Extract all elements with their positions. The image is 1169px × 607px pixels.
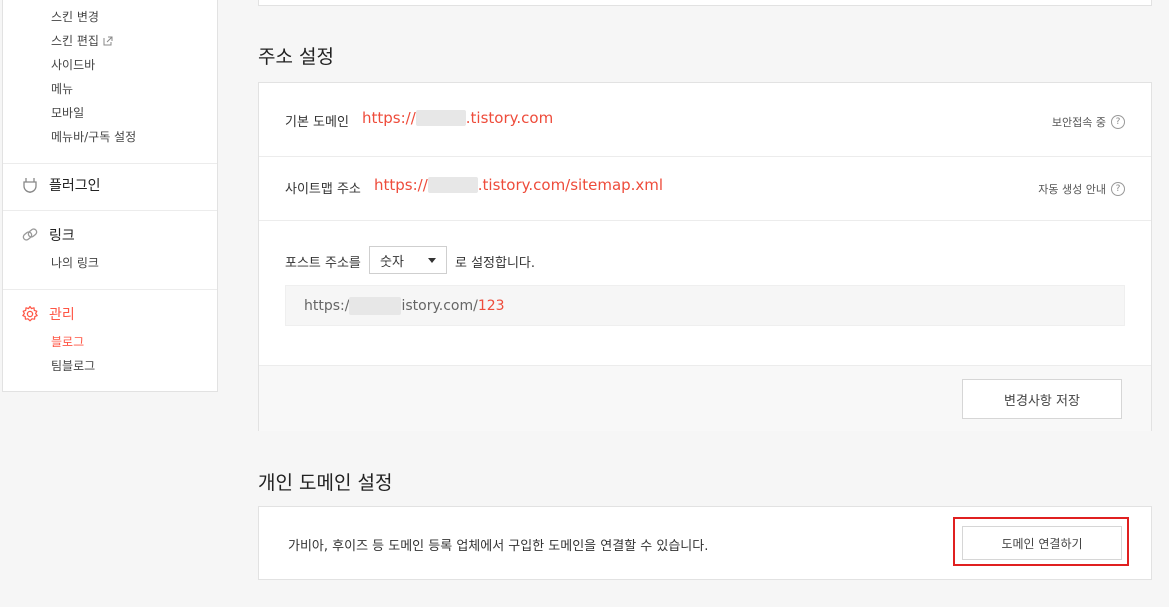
divider <box>3 210 217 211</box>
sidebar-item-menu[interactable]: 메뉴 <box>51 80 73 97</box>
sidebar-item-my-link[interactable]: 나의 링크 <box>51 254 99 271</box>
sitemap-info-label: 자동 생성 안내 <box>1038 183 1106 196</box>
sidebar-item-label: 스킨 편집 <box>51 34 99 48</box>
highlight-box <box>953 517 1129 566</box>
divider <box>3 163 217 164</box>
sidebar-section-manage[interactable]: 관리 <box>21 304 75 324</box>
sidebar-section-link[interactable]: 링크 <box>21 225 75 245</box>
sidebar-section-label: 플러그인 <box>49 178 101 194</box>
secure-connection-info: 보안접속 중 ? <box>1052 114 1125 130</box>
redacted-blogname <box>349 296 402 315</box>
default-domain-url: https:// .tistory.com <box>362 109 553 127</box>
save-changes-button[interactable]: 변경사항 저장 <box>962 379 1122 419</box>
divider <box>259 156 1151 157</box>
address-settings-panel: 기본 도메인 https:// .tistory.com 보안접속 중 ? 사이트… <box>258 82 1152 431</box>
sidebar-item-sidebar[interactable]: 사이드바 <box>51 56 95 73</box>
sitemap-label: 사이트맵 주소 <box>285 182 361 197</box>
post-address-label: 포스트 주소를 <box>285 256 361 271</box>
divider <box>3 289 217 290</box>
sidebar: 스킨 변경 스킨 편집 사이드바 메뉴 모바일 메뉴바/구독 설정 플러그인 링… <box>2 0 218 392</box>
redacted-blogname <box>415 110 466 126</box>
url-prefix: https:// <box>362 109 416 127</box>
sidebar-item-mobile[interactable]: 모바일 <box>51 104 84 121</box>
sidebar-item-skin-edit[interactable]: 스킨 편집 <box>51 32 113 49</box>
secure-label: 보안접속 중 <box>1051 116 1106 129</box>
redacted-blogname <box>427 177 478 193</box>
question-icon[interactable]: ? <box>1111 115 1125 129</box>
preview-prefix: https:/ <box>304 297 350 314</box>
sitemap-info: 자동 생성 안내 ? <box>1038 181 1125 197</box>
sidebar-section-plugin[interactable]: 플러그인 <box>21 175 101 195</box>
panel-footer: 변경사항 저장 <box>259 365 1151 431</box>
url-suffix: .tistory.com/sitemap.xml <box>477 176 664 194</box>
sidebar-item-blog[interactable]: 블로그 <box>51 333 84 350</box>
post-address-select[interactable]: 숫자 <box>369 246 447 274</box>
preview-suffix: istory.com/ <box>401 297 478 314</box>
post-address-section: 포스트 주소를 숫자 로 설정합니다. https:/ istory.com/12… <box>259 220 1151 365</box>
select-value: 숫자 <box>380 254 404 270</box>
sidebar-item-skin-change[interactable]: 스킨 변경 <box>51 8 99 25</box>
plugin-icon <box>23 178 37 193</box>
question-icon[interactable]: ? <box>1111 182 1125 196</box>
url-prefix: https:// <box>374 176 428 194</box>
sidebar-section-label: 관리 <box>49 307 75 323</box>
caret-down-icon <box>428 258 436 263</box>
sidebar-section-label: 링크 <box>49 228 75 244</box>
post-address-preview: https:/ istory.com/123 <box>285 285 1125 326</box>
custom-domain-description: 가비아, 후이즈 등 도메인 등록 업체에서 구입한 도메인을 연결할 수 있습… <box>288 539 709 554</box>
sitemap-url[interactable]: https:// .tistory.com/sitemap.xml <box>374 176 663 194</box>
sidebar-item-team-blog[interactable]: 팀블로그 <box>51 357 95 374</box>
preview-number: 123 <box>477 297 505 314</box>
link-icon <box>22 228 38 241</box>
post-address-suffix: 로 설정합니다. <box>455 256 536 271</box>
address-settings-title: 주소 설정 <box>258 46 334 68</box>
gear-icon <box>22 305 38 322</box>
external-link-icon <box>103 36 113 46</box>
url-suffix: .tistory.com <box>465 109 554 127</box>
custom-domain-title: 개인 도메인 설정 <box>258 472 393 494</box>
previous-panel <box>258 0 1152 6</box>
default-domain-label: 기본 도메인 <box>285 115 349 130</box>
sidebar-item-menubar[interactable]: 메뉴바/구독 설정 <box>51 128 136 145</box>
